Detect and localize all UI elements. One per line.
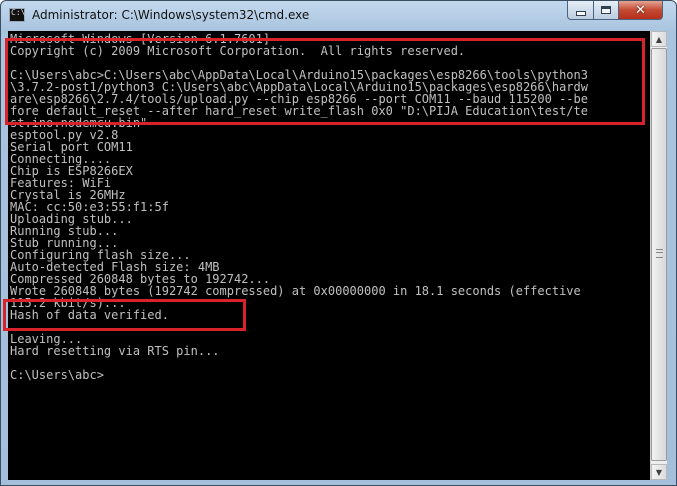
scroll-down-arrow-icon: ▼: [655, 467, 663, 477]
cmd-icon[interactable]: [9, 8, 25, 22]
console-text: Microsoft Windows [Version 6.1.7601] Cop…: [8, 31, 650, 381]
console-output[interactable]: Microsoft Windows [Version 6.1.7601] Cop…: [8, 31, 650, 480]
close-button[interactable]: ✕: [618, 1, 663, 20]
console-line: Copyright (c) 2009 Microsoft Corporation…: [10, 44, 466, 58]
minimize-button[interactable]: [567, 1, 594, 20]
close-icon: ✕: [635, 2, 646, 18]
window-title: Administrator: C:\Windows\system32\cmd.e…: [32, 8, 310, 22]
scroll-down-button[interactable]: ▼: [651, 464, 667, 480]
console-line: Hash of data verified.: [10, 308, 169, 322]
console-line: Hard resetting via RTS pin...: [10, 344, 220, 358]
grip-icon: [656, 249, 663, 258]
maximize-icon: [601, 6, 611, 14]
scroll-up-button[interactable]: ▲: [651, 31, 667, 47]
scroll-thumb[interactable]: [651, 48, 667, 461]
cmd-window: Administrator: C:\Windows\system32\cmd.e…: [0, 0, 677, 486]
scroll-up-arrow-icon: ▲: [655, 34, 663, 44]
vertical-scrollbar[interactable]: ▲ ▼: [650, 31, 667, 480]
title-bar[interactable]: Administrator: C:\Windows\system32\cmd.e…: [1, 1, 676, 31]
minimize-icon: [575, 10, 586, 16]
maximize-button[interactable]: [593, 1, 619, 20]
console-line: C:\Users\abc>: [10, 368, 104, 382]
